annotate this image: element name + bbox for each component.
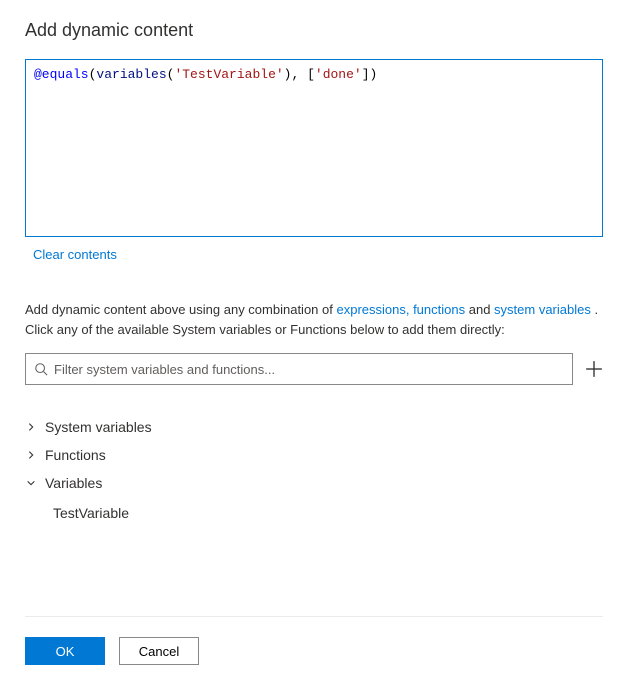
tree-label-variables: Variables bbox=[45, 475, 102, 491]
tree-label-system-variables: System variables bbox=[45, 419, 152, 435]
tree-item-functions[interactable]: Functions bbox=[25, 441, 603, 469]
page-title: Add dynamic content bbox=[25, 20, 603, 41]
clear-contents-link[interactable]: Clear contents bbox=[33, 247, 603, 262]
filter-input[interactable] bbox=[54, 362, 564, 377]
plus-icon[interactable] bbox=[585, 360, 603, 378]
help-text-mid: and bbox=[469, 302, 494, 317]
footer: OK Cancel bbox=[25, 616, 603, 665]
variable-item-testvariable[interactable]: TestVariable bbox=[25, 497, 603, 527]
cancel-button[interactable]: Cancel bbox=[119, 637, 199, 665]
expression-editor[interactable]: @equals(variables('TestVariable'), ['don… bbox=[25, 59, 603, 237]
tree: System variables Functions Variables Tes… bbox=[25, 413, 603, 527]
ok-button[interactable]: OK bbox=[25, 637, 105, 665]
tree-item-variables[interactable]: Variables bbox=[25, 469, 603, 497]
chevron-right-icon bbox=[25, 421, 37, 433]
system-variables-link[interactable]: system variables bbox=[494, 302, 591, 317]
help-text-before: Add dynamic content above using any comb… bbox=[25, 302, 336, 317]
chevron-down-icon bbox=[25, 477, 37, 489]
expressions-functions-link[interactable]: expressions, functions bbox=[336, 302, 465, 317]
tree-label-functions: Functions bbox=[45, 447, 106, 463]
tree-item-system-variables[interactable]: System variables bbox=[25, 413, 603, 441]
filter-box[interactable] bbox=[25, 353, 573, 385]
search-icon bbox=[34, 362, 48, 376]
chevron-right-icon bbox=[25, 449, 37, 461]
help-text: Add dynamic content above using any comb… bbox=[25, 300, 603, 339]
